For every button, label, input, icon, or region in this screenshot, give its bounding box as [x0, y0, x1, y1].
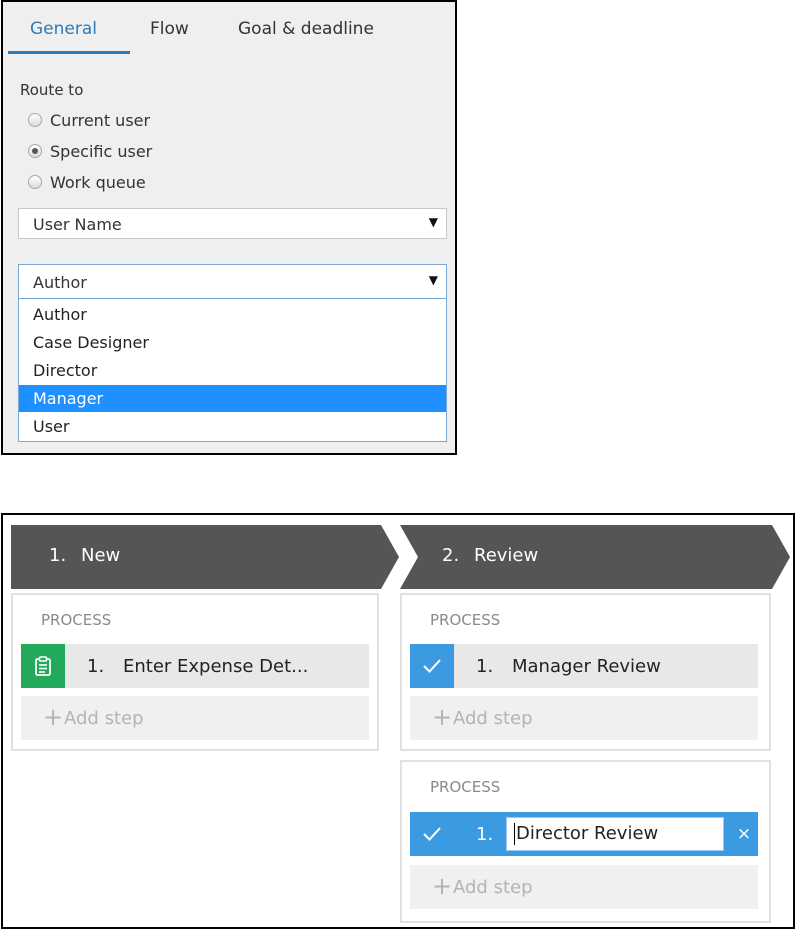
- close-icon[interactable]: ×: [730, 812, 758, 856]
- step-name: Manager Review: [512, 656, 661, 677]
- stage-chevron: [11, 525, 399, 589]
- radio-button[interactable]: [28, 175, 42, 189]
- stage-title: Review: [474, 545, 539, 566]
- text-cursor: [514, 823, 515, 845]
- radio-specific-user[interactable]: Specific user: [28, 140, 152, 162]
- stage-number: 1.: [49, 545, 67, 566]
- step-manager-review[interactable]: 1. Manager Review: [410, 644, 758, 688]
- active-tab-indicator: [8, 51, 130, 54]
- radio-label: Current user: [50, 110, 151, 130]
- option-manager[interactable]: Manager: [19, 385, 446, 412]
- option-user[interactable]: User: [19, 413, 446, 440]
- caret-down-icon: ▼: [428, 215, 438, 229]
- tab-goal-deadline[interactable]: Goal & deadline: [238, 19, 374, 39]
- caret-down-icon: ▼: [428, 273, 438, 287]
- step-number: 1.: [87, 656, 105, 677]
- radio-label: Work queue: [50, 172, 146, 192]
- role-select[interactable]: Author ▼: [18, 264, 447, 299]
- stage-number: 2.: [442, 545, 460, 566]
- routing-panel: General Flow Goal & deadline Route to Cu…: [1, 0, 457, 455]
- check-icon: [410, 812, 454, 856]
- radio-work-queue[interactable]: Work queue: [28, 171, 146, 193]
- process-label: PROCESS: [430, 778, 501, 796]
- select-value: Author: [33, 273, 87, 292]
- user-type-select[interactable]: User Name ▼: [18, 208, 447, 239]
- plus-icon: +: [432, 872, 453, 900]
- add-step-button[interactable]: + Add step: [21, 696, 369, 740]
- option-case-designer[interactable]: Case Designer: [19, 329, 446, 356]
- add-step-label: Add step: [453, 877, 533, 898]
- radio-current-user[interactable]: Current user: [28, 109, 150, 131]
- role-options-list: Author Case Designer Director Manager Us…: [18, 299, 447, 442]
- plus-icon: +: [432, 703, 453, 731]
- process-card: PROCESS 1. Director Review × + Add step: [400, 760, 771, 923]
- step-number: 1.: [476, 656, 494, 677]
- step-enter-expense-details[interactable]: 1. Enter Expense Det...: [21, 644, 369, 688]
- stage-header-new[interactable]: 1. New: [11, 525, 399, 589]
- radio-button[interactable]: [28, 113, 42, 127]
- option-director[interactable]: Director: [19, 357, 446, 384]
- step-number-cell: 1.: [462, 812, 504, 856]
- option-author[interactable]: Author: [19, 301, 446, 328]
- stage-header-review[interactable]: 2. Review: [400, 525, 790, 589]
- tab-general[interactable]: General: [30, 19, 97, 39]
- tab-flow[interactable]: Flow: [150, 19, 189, 39]
- add-step-label: Add step: [453, 708, 533, 729]
- plus-icon: +: [43, 703, 64, 731]
- add-step-button[interactable]: + Add step: [410, 696, 758, 740]
- radio-button[interactable]: [28, 144, 42, 158]
- process-label: PROCESS: [41, 611, 112, 629]
- process-card: PROCESS 1. Enter Expense Det... + Add st…: [11, 593, 379, 751]
- step-name-value: Director Review: [516, 823, 659, 844]
- step-director-review-editing[interactable]: 1. Director Review ×: [410, 812, 758, 856]
- tab-bar: General Flow Goal & deadline: [3, 2, 455, 54]
- step-name-input[interactable]: Director Review: [506, 817, 724, 851]
- case-lifecycle-panel: 1. New 2. Review PROCESS 1. Enter Expens…: [1, 513, 795, 929]
- select-value: User Name: [33, 215, 122, 234]
- add-step-label: Add step: [64, 708, 144, 729]
- clipboard-icon: [21, 644, 65, 688]
- step-name: Enter Expense Det...: [123, 656, 309, 677]
- route-to-label: Route to: [20, 81, 84, 99]
- add-step-button[interactable]: + Add step: [410, 865, 758, 909]
- stage-title: New: [81, 545, 121, 566]
- process-card: PROCESS 1. Manager Review + Add step: [400, 593, 771, 751]
- step-number: 1.: [476, 824, 494, 845]
- process-label: PROCESS: [430, 611, 501, 629]
- radio-label: Specific user: [50, 141, 153, 161]
- check-icon: [410, 644, 454, 688]
